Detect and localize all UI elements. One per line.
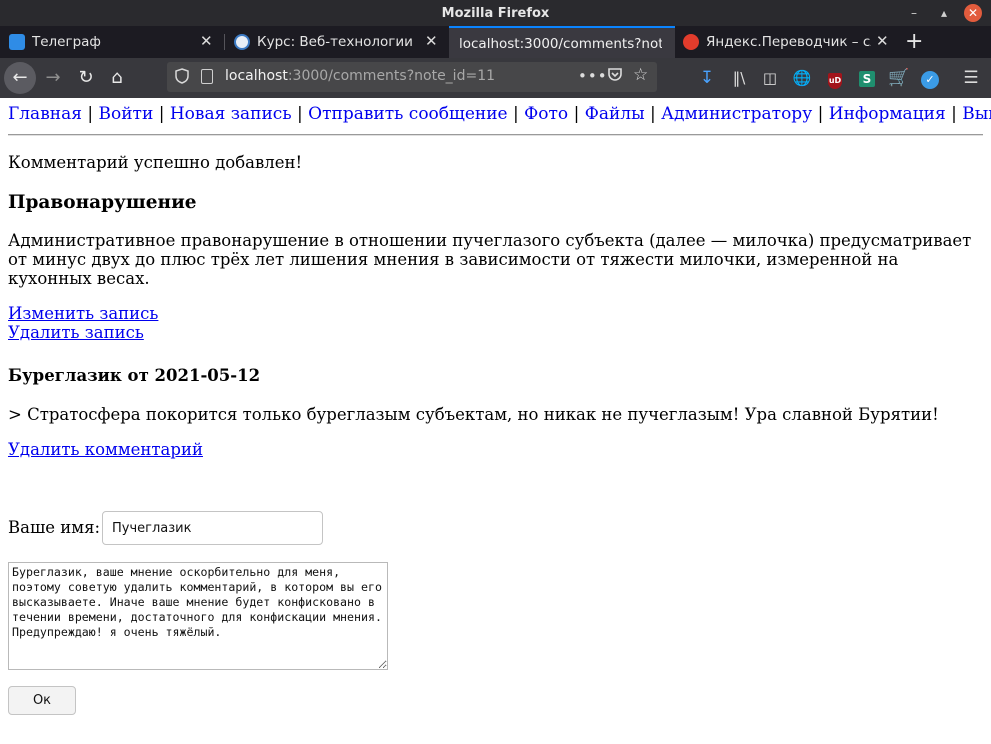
url-text[interactable]: localhost:3000/comments?note_id=11 [225, 68, 495, 84]
hamburger-menu-icon[interactable]: ☰ [960, 67, 982, 89]
page-content: Главная | Войти | Новая запись | Отправи… [0, 98, 991, 744]
tab-yandex-translate[interactable]: Яндекс.Переводчик – сло ✕ [676, 26, 900, 58]
nav-separator: | [513, 104, 525, 124]
close-tab-icon[interactable]: ✕ [876, 32, 889, 50]
maximize-icon[interactable]: ▴ [935, 4, 953, 22]
nav-link-login[interactable]: Войти [99, 104, 154, 124]
sidebar-icon[interactable]: ◫ [759, 67, 781, 89]
shopping-cart-icon[interactable]: 🛒 [888, 67, 910, 89]
tab-label: Телеграф [32, 34, 101, 50]
name-input[interactable] [102, 511, 323, 545]
edit-note-link[interactable]: Изменить запись [8, 304, 158, 323]
minimize-icon[interactable]: – [905, 4, 923, 22]
extension-bird-icon[interactable]: ✓ [919, 67, 941, 89]
window-title: Mozilla Firefox [441, 6, 550, 21]
course-favicon-icon [234, 34, 250, 50]
tracking-shield-icon[interactable] [175, 68, 189, 84]
close-window-icon[interactable]: ✕ [964, 4, 982, 22]
page-info-icon[interactable] [201, 69, 213, 84]
comment-header: Буреглазик от 2021-05-12 [8, 366, 261, 385]
nav-link-logout[interactable]: Выйти [962, 104, 991, 124]
navigation-toolbar: ← → ↻ ⌂ localhost:3000/comments?note_id=… [0, 58, 991, 98]
nav-separator: | [951, 104, 963, 124]
tab-comments-active[interactable]: localhost:3000/comments?note_id=11 [449, 26, 675, 58]
note-body: Административное правонарушение в отноше… [8, 231, 972, 288]
nav-link-photo[interactable]: Фото [524, 104, 568, 124]
library-icon[interactable]: ‖\ [728, 67, 750, 89]
name-label: Ваше имя: [8, 518, 101, 537]
tab-strip: Телеграф ✕ Курс: Веб-технологии ✕ localh… [0, 26, 991, 58]
nav-divider [8, 134, 983, 136]
nav-separator: | [87, 104, 99, 124]
tab-course[interactable]: Курс: Веб-технологии ✕ [225, 26, 448, 58]
yandex-translate-favicon-icon [683, 34, 699, 50]
back-arrow-icon[interactable]: ← [4, 62, 36, 94]
telegraph-favicon-icon [9, 34, 25, 50]
nav-link-info[interactable]: Информация [829, 104, 946, 124]
reload-icon[interactable]: ↻ [70, 62, 102, 94]
close-tab-icon[interactable]: ✕ [200, 32, 213, 50]
bookmark-star-icon[interactable]: ☆ [633, 65, 648, 85]
nav-separator: | [573, 104, 585, 124]
page-actions-icon[interactable]: ••• [578, 67, 608, 85]
tab-label: Яндекс.Переводчик – сло [706, 34, 871, 50]
tab-label: Курс: Веб-технологии [257, 34, 413, 50]
address-bar[interactable]: localhost:3000/comments?note_id=11 ••• ☆ [167, 62, 657, 92]
nav-link-home[interactable]: Главная [8, 104, 82, 124]
downloads-icon[interactable]: ↧ [696, 67, 718, 89]
delete-comment-link[interactable]: Удалить комментарий [8, 440, 203, 459]
tab-telegraph[interactable]: Телеграф ✕ [0, 26, 224, 58]
nav-link-send-message[interactable]: Отправить сообщение [308, 104, 507, 124]
url-path: :3000/comments?note_id=11 [287, 68, 496, 84]
note-title: Правонарушение [8, 192, 197, 213]
ublock-origin-icon[interactable]: uD [824, 67, 846, 89]
site-nav: Главная | Войти | Новая запись | Отправи… [8, 104, 991, 124]
comment-text: > Стратосфера покорится только буреглазы… [8, 405, 939, 424]
home-icon[interactable]: ⌂ [101, 62, 133, 94]
stylus-extension-icon[interactable]: S [856, 67, 878, 89]
url-host: localhost [225, 68, 288, 84]
nav-link-files[interactable]: Файлы [585, 104, 645, 124]
new-tab-plus-icon[interactable]: + [905, 29, 923, 54]
globe-icon[interactable]: 🌐 [791, 67, 813, 89]
forward-arrow-icon[interactable]: → [37, 62, 69, 94]
tab-label: localhost:3000/comments?note_id=11 [459, 36, 662, 52]
comment-textarea[interactable]: Буреглазик, ваше мнение оскорбительно дл… [8, 562, 388, 670]
nav-link-admin[interactable]: Администратору [661, 104, 812, 124]
nav-separator: | [158, 104, 170, 124]
nav-separator: | [817, 104, 829, 124]
pocket-icon[interactable] [607, 66, 623, 86]
nav-separator: | [297, 104, 309, 124]
window-titlebar: Mozilla Firefox – ▴ ✕ [0, 0, 991, 26]
close-tab-icon[interactable]: ✕ [425, 32, 438, 50]
nav-link-new-note[interactable]: Новая запись [170, 104, 292, 124]
delete-note-link[interactable]: Удалить запись [8, 323, 144, 342]
nav-separator: | [650, 104, 662, 124]
flash-message: Комментарий успешно добавлен! [8, 153, 303, 172]
submit-button[interactable]: Ок [8, 686, 76, 715]
